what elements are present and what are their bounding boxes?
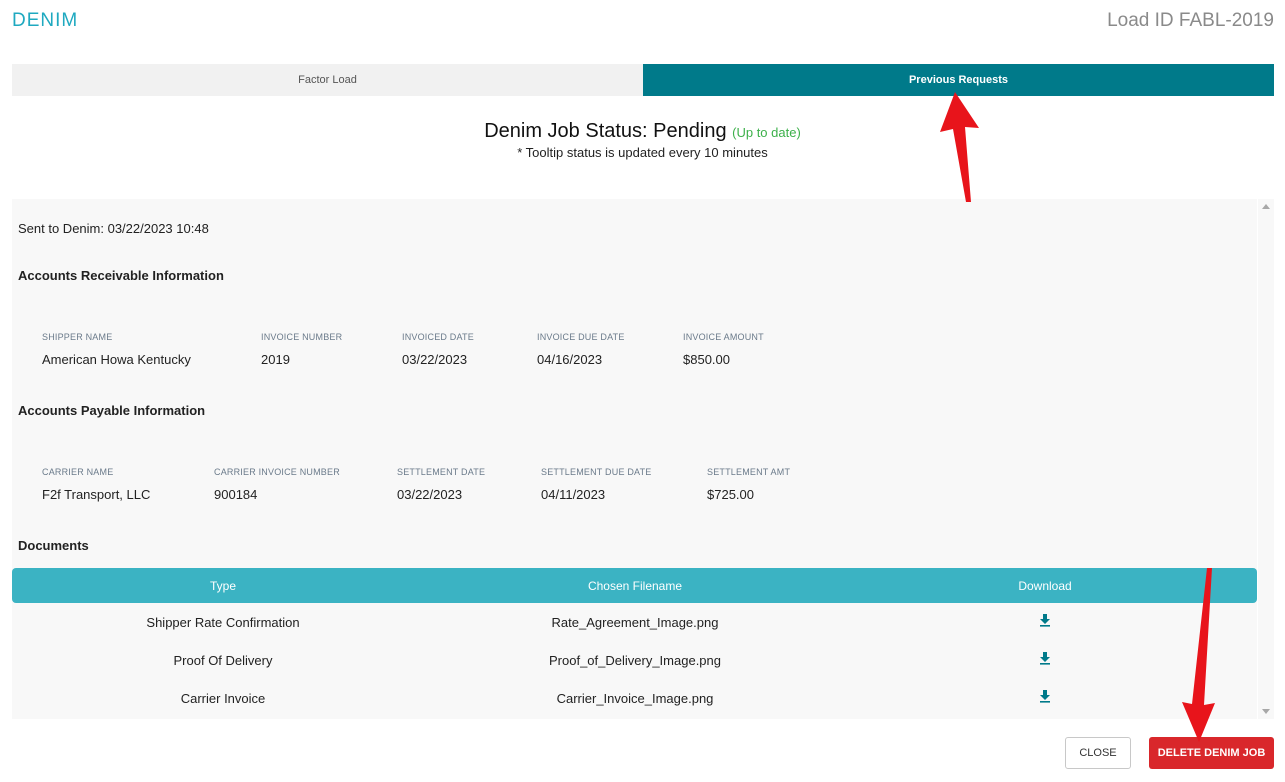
invoice-amount-label: INVOICE AMOUNT bbox=[683, 332, 764, 342]
scroll-up-arrow-icon[interactable] bbox=[1262, 204, 1270, 209]
status-freshness: (Up to date) bbox=[732, 125, 801, 140]
tab-previous-requests[interactable]: Previous Requests bbox=[643, 64, 1274, 96]
settlement-due-date-value: 04/11/2023 bbox=[541, 487, 606, 502]
delete-denim-job-button[interactable]: DELETE DENIM JOB bbox=[1149, 737, 1274, 769]
document-type: Proof Of Delivery bbox=[173, 653, 273, 668]
carrier-invoice-number-value: 900184 bbox=[214, 487, 258, 502]
ar-section-title: Accounts Receivable Information bbox=[18, 268, 224, 283]
ap-section-title: Accounts Payable Information bbox=[18, 403, 206, 418]
carrier-name-field: CARRIER NAME F2f Transport, LLC bbox=[42, 467, 150, 502]
document-filename: Proof_of_Delivery_Image.png bbox=[549, 653, 721, 668]
download-icon[interactable] bbox=[1038, 651, 1052, 665]
close-button[interactable]: CLOSE bbox=[1065, 737, 1131, 769]
document-type: Carrier Invoice bbox=[180, 691, 266, 706]
invoice-number-label: INVOICE NUMBER bbox=[261, 332, 343, 342]
invoice-due-date-label: INVOICE DUE DATE bbox=[537, 332, 625, 342]
document-filename: Carrier_Invoice_Image.png bbox=[556, 691, 714, 706]
invoice-due-date-value: 04/16/2023 bbox=[537, 352, 603, 367]
document-type: Shipper Rate Confirmation bbox=[146, 615, 300, 630]
settlement-date-value: 03/22/2023 bbox=[397, 487, 463, 502]
download-icon[interactable] bbox=[1038, 689, 1052, 703]
shipper-name-label: SHIPPER NAME bbox=[42, 332, 113, 342]
job-status: Denim Job Status: Pending (Up to date) *… bbox=[0, 120, 1285, 160]
settlement-amt-label: SETTLEMENT AMT bbox=[707, 467, 791, 477]
details-panel: Sent to Denim: 03/22/2023 10:48 Accounts… bbox=[12, 199, 1257, 719]
settlement-amt-field: SETTLEMENT AMT $725.00 bbox=[707, 467, 790, 502]
shipper-name-field: SHIPPER NAME American Howa Kentucky bbox=[42, 332, 191, 367]
carrier-invoice-number-label: CARRIER INVOICE NUMBER bbox=[214, 467, 340, 477]
shipper-name-value: American Howa Kentucky bbox=[42, 352, 191, 367]
tab-bar: Factor Load Previous Requests bbox=[12, 64, 1274, 96]
download-icon[interactable] bbox=[1038, 613, 1052, 627]
carrier-invoice-number-field: CARRIER INVOICE NUMBER 900184 bbox=[214, 467, 340, 502]
document-filename: Rate_Agreement_Image.png bbox=[551, 615, 719, 630]
settlement-date-label: SETTLEMENT DATE bbox=[397, 467, 486, 477]
scroll-down-arrow-icon[interactable] bbox=[1262, 709, 1270, 714]
invoice-amount-field: INVOICE AMOUNT $850.00 bbox=[683, 332, 764, 367]
settlement-amt-value: $725.00 bbox=[707, 487, 754, 502]
documents-section-title: Documents bbox=[18, 538, 89, 553]
status-heading: Denim Job Status: Pending (Up to date) bbox=[0, 120, 1285, 143]
carrier-name-label: CARRIER NAME bbox=[42, 467, 114, 477]
invoiced-date-field: INVOICED DATE 03/22/2023 bbox=[402, 332, 474, 367]
load-id: Load ID FABL-2019 bbox=[1107, 10, 1274, 31]
document-row: Shipper Rate Confirmation Rate_Agreement… bbox=[12, 603, 1257, 641]
invoice-amount-value: $850.00 bbox=[683, 352, 730, 367]
document-row: Proof Of Delivery Proof_of_Delivery_Imag… bbox=[12, 641, 1257, 679]
panel-scrollbar[interactable] bbox=[1258, 199, 1274, 719]
status-note: * Tooltip status is updated every 10 min… bbox=[517, 145, 768, 160]
brand-logo: DENIM bbox=[12, 10, 79, 31]
column-header-type: Type bbox=[209, 579, 237, 593]
status-title: Denim Job Status: Pending bbox=[484, 120, 727, 142]
column-header-filename: Chosen Filename bbox=[587, 579, 683, 593]
documents-table-header: Type Chosen Filename Download bbox=[12, 568, 1257, 603]
invoiced-date-value: 03/22/2023 bbox=[402, 352, 468, 367]
carrier-name-value: F2f Transport, LLC bbox=[42, 487, 151, 502]
document-row: Carrier Invoice Carrier_Invoice_Image.pn… bbox=[12, 679, 1257, 717]
sent-to-denim: Sent to Denim: 03/22/2023 10:48 bbox=[18, 221, 209, 236]
settlement-due-date-label: SETTLEMENT DUE DATE bbox=[541, 467, 652, 477]
tab-factor-load[interactable]: Factor Load bbox=[12, 64, 643, 96]
invoice-number-value: 2019 bbox=[261, 352, 290, 367]
invoiced-date-label: INVOICED DATE bbox=[402, 332, 474, 342]
column-header-download: Download bbox=[1018, 579, 1072, 593]
settlement-due-date-field: SETTLEMENT DUE DATE 04/11/2023 bbox=[541, 467, 651, 502]
settlement-date-field: SETTLEMENT DATE 03/22/2023 bbox=[397, 467, 485, 502]
invoice-due-date-field: INVOICE DUE DATE 04/16/2023 bbox=[537, 332, 625, 367]
invoice-number-field: INVOICE NUMBER 2019 bbox=[261, 332, 342, 367]
